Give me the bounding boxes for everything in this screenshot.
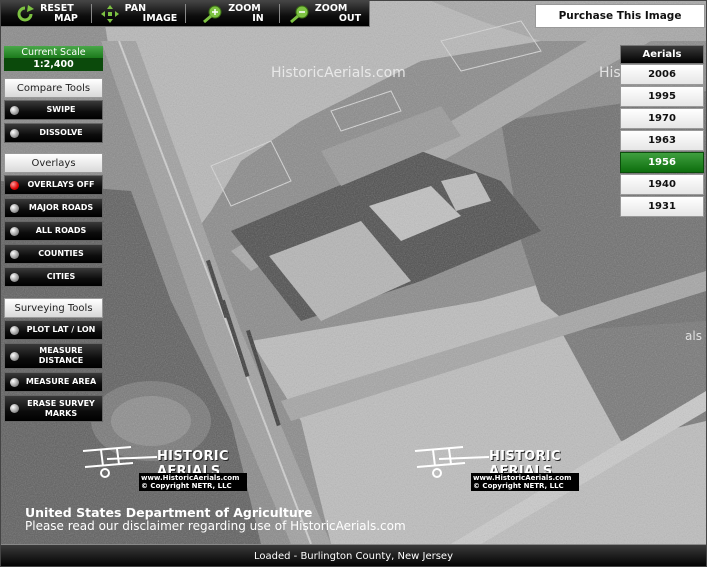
pan-arrows-icon bbox=[100, 4, 119, 23]
radio-selected-icon bbox=[10, 180, 19, 190]
zoom-out-icon bbox=[289, 5, 309, 23]
swipe-label: SWIPE bbox=[46, 105, 76, 114]
historic-aerials-logo-2: HISTORIC AERIALS www.HistoricAerials.com… bbox=[409, 441, 609, 497]
year-button-2006[interactable]: 2006 bbox=[620, 64, 704, 85]
major-roads-button[interactable]: MAJOR ROADS bbox=[4, 198, 103, 218]
status-bar: Loaded - Burlington County, New Jersey bbox=[1, 544, 706, 566]
app-frame: HistoricAerials.com His als HISTORIC AER… bbox=[0, 0, 707, 567]
measure-distance-label: MEASURE DISTANCE bbox=[24, 346, 102, 366]
measure-area-label: MEASURE AREA bbox=[25, 377, 97, 386]
erase-survey-marks-label: ERASE SURVEY MARKS bbox=[24, 399, 102, 419]
toolbar-divider bbox=[279, 4, 280, 23]
all-roads-label: ALL ROADS bbox=[35, 226, 87, 235]
measure-distance-button[interactable]: MEASURE DISTANCE bbox=[4, 343, 103, 369]
erase-survey-marks-button[interactable]: ERASE SURVEY MARKS bbox=[4, 395, 103, 422]
year-button-1940[interactable]: 1940 bbox=[620, 174, 704, 195]
zoom-in-button[interactable]: ZOOM IN bbox=[191, 1, 275, 26]
map-watermark-right-partial: als bbox=[685, 329, 702, 343]
current-scale-value: 1:2,400 bbox=[4, 58, 103, 71]
pan-label-2: IMAGE bbox=[142, 12, 178, 24]
zoom-in-label-2: IN bbox=[252, 12, 264, 24]
map-watermark: HistoricAerials.com bbox=[271, 65, 406, 81]
dissolve-button[interactable]: DISSOLVE bbox=[4, 123, 103, 143]
radio-icon bbox=[10, 105, 19, 115]
swipe-button[interactable]: SWIPE bbox=[4, 100, 103, 120]
reset-map-button[interactable]: RESET MAP bbox=[5, 1, 87, 26]
radio-icon bbox=[10, 377, 19, 387]
map-toolbar: RESET MAP PAN IMAGE ZOOM IN ZOOM OUT bbox=[1, 1, 370, 27]
year-button-1963[interactable]: 1963 bbox=[620, 130, 704, 151]
radio-icon bbox=[10, 249, 19, 259]
zoom-in-label-1: ZOOM bbox=[228, 2, 261, 14]
major-roads-label: MAJOR ROADS bbox=[28, 203, 94, 212]
cities-button[interactable]: CITIES bbox=[4, 267, 103, 287]
pan-label-1: PAN bbox=[124, 2, 147, 14]
erase-survey-line-2: MARKS bbox=[44, 408, 78, 418]
historic-aerials-logo: HISTORIC AERIALS www.HistoricAerials.com… bbox=[77, 441, 277, 497]
purchase-image-button[interactable]: Purchase This Image bbox=[535, 4, 705, 28]
measure-distance-line-1: MEASURE bbox=[39, 346, 83, 355]
aerials-heading: Aerials bbox=[620, 45, 704, 64]
radio-icon bbox=[10, 325, 19, 335]
logo-copyright: © Copyright NETR, LLC bbox=[141, 482, 232, 490]
year-button-1970[interactable]: 1970 bbox=[620, 108, 704, 129]
zoom-out-button[interactable]: ZOOM OUT bbox=[283, 1, 367, 26]
zoom-in-icon bbox=[203, 5, 222, 23]
reset-icon bbox=[17, 4, 35, 21]
overlays-heading: Overlays bbox=[4, 153, 103, 173]
map-watermark-partial: His bbox=[599, 65, 621, 81]
disclaimer-link[interactable]: Please read our disclaimer regarding use… bbox=[25, 519, 406, 533]
reset-label-1: RESET bbox=[40, 2, 74, 14]
reset-label-2: MAP bbox=[54, 12, 78, 24]
plot-lat-lon-button[interactable]: PLOT LAT / LON bbox=[4, 320, 103, 340]
erase-survey-line-1: ERASE SURVEY bbox=[27, 398, 95, 408]
dissolve-label: DISSOLVE bbox=[39, 128, 83, 137]
radio-icon bbox=[10, 128, 19, 138]
pan-image-button[interactable]: PAN IMAGE bbox=[95, 1, 181, 26]
toolbar-divider bbox=[185, 4, 186, 23]
surveying-tools-heading: Surveying Tools bbox=[4, 298, 103, 318]
measure-area-button[interactable]: MEASURE AREA bbox=[4, 372, 103, 392]
logo-copyright: © Copyright NETR, LLC bbox=[473, 482, 564, 490]
year-button-1995[interactable]: 1995 bbox=[620, 86, 704, 107]
logo-copyright-box: www.HistoricAerials.com © Copyright NETR… bbox=[139, 473, 247, 491]
logo-copyright-box: www.HistoricAerials.com © Copyright NETR… bbox=[471, 473, 579, 491]
year-button-1956[interactable]: 1956 bbox=[620, 152, 704, 173]
counties-label: COUNTIES bbox=[38, 249, 84, 258]
zoom-out-label-1: ZOOM bbox=[314, 2, 348, 14]
overlays-off-label: OVERLAYS OFF bbox=[27, 180, 95, 189]
current-scale-label: Current Scale bbox=[4, 46, 103, 58]
overlays-off-button[interactable]: OVERLAYS OFF bbox=[4, 175, 103, 195]
logo-url: www.HistoricAerials.com bbox=[473, 474, 572, 482]
measure-distance-line-2: DISTANCE bbox=[38, 356, 84, 365]
cities-label: CITIES bbox=[46, 272, 76, 281]
logo-url: www.HistoricAerials.com bbox=[141, 474, 240, 482]
plot-lat-lon-label: PLOT LAT / LON bbox=[26, 325, 96, 334]
radio-icon bbox=[10, 226, 19, 236]
counties-button[interactable]: COUNTIES bbox=[4, 244, 103, 264]
radio-icon bbox=[10, 404, 19, 413]
year-button-1931[interactable]: 1931 bbox=[620, 196, 704, 217]
all-roads-button[interactable]: ALL ROADS bbox=[4, 221, 103, 241]
toolbar-divider bbox=[91, 4, 92, 23]
usda-credit: United States Department of Agriculture bbox=[25, 505, 313, 520]
compare-tools-heading: Compare Tools bbox=[4, 78, 103, 98]
zoom-out-label-2: OUT bbox=[338, 12, 362, 24]
radio-icon bbox=[10, 203, 19, 213]
radio-icon bbox=[10, 272, 19, 282]
radio-icon bbox=[10, 351, 19, 361]
